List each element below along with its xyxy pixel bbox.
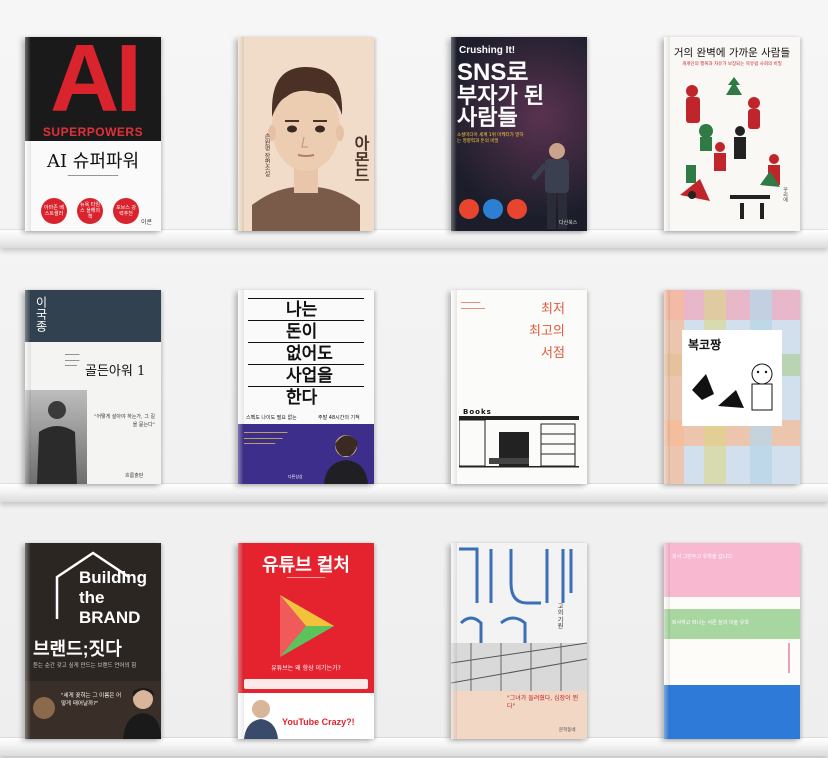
book-quote: "그녀가 들려줬다, 심장이 뛴다" [507, 695, 579, 711]
title-line-5: 한다 [286, 388, 318, 407]
publisher: 다른상상 [288, 474, 303, 479]
title-line-3: 없어도 [286, 344, 333, 363]
shelf-3 [0, 738, 828, 756]
title-en-2: the [79, 588, 105, 607]
book-title: 아몬드 [351, 135, 370, 183]
youtube-crazy-text: YouTube Crazy?! [282, 717, 355, 727]
characters-illustration [692, 363, 773, 411]
book-quote: "세게 꽂히는 그 이름은 어떻게 태어날까?" [61, 693, 122, 707]
book-business-without-money[interactable]: 나는 돈이 없어도 사업을 한다 스펙도 나이도 필요 없는 주말 48시간의 … [238, 290, 374, 484]
title-line-2: 최고의 [529, 324, 565, 339]
book-author: 손원평 장편소설 [263, 133, 270, 177]
book-bokkojjang[interactable]: 복코짱 [664, 290, 800, 484]
bookstore-sign: Books [463, 408, 492, 416]
book-subtitle: 소셜미디어 세계 1위 마케터가 말하는 영향력과 돈의 비밀 [457, 133, 524, 145]
book-title: 복코짱 [688, 338, 722, 352]
title-line-3: 서점 [541, 346, 565, 361]
play-triangle-icon [280, 595, 334, 657]
superpowers-word: SUPERPOWERS [42, 125, 144, 139]
publisher: 문학동네 [559, 728, 576, 733]
shelf-2 [0, 484, 828, 502]
boy-face-illustration [252, 67, 360, 231]
nordic-illustration [680, 77, 780, 219]
shelf-1 [0, 230, 828, 248]
book-almost-perfect-people[interactable]: 거의 완벽에 가까운 사람들 개개인의 행복과 자유가 보장되는 북유럽 사회의… [664, 37, 800, 231]
book-top-line: 회사 그만두고 유학을 갑니다. [672, 554, 734, 560]
tag-1: 스펙도 나이도 필요 없는 [246, 415, 297, 421]
title-line-4: 사업을 [286, 366, 333, 385]
book-crushing-it[interactable]: Crushing It! SNS로 부자가 된 사람들 소셜미디어 세계 1위 … [451, 37, 587, 231]
title-line-3: 사람들 [457, 105, 518, 130]
speaker-figure [531, 143, 569, 229]
title-line-2: 돈이 [286, 322, 318, 341]
book-art-study-abroad[interactable]: 회사 그만두고 유학을 갑니다. 퇴사하고 떠나는 서른 살의 미술 유학 [664, 543, 800, 739]
book-title: 골든아워 1 [85, 364, 146, 379]
publisher: 흐름출판 [125, 473, 144, 479]
badge-3: 포브스 강력추천 [113, 198, 139, 224]
badge-2: 뉴욕 타임스 올해의 책 [77, 198, 103, 224]
book-best-worst-bookstore[interactable]: ━━━━━━━━ ━━━━━━━━━━ 최저 최고의 서점 Books [451, 290, 587, 484]
author-photo [324, 435, 368, 484]
book-ai-superpowers[interactable]: AI SUPERPOWERS AI 슈퍼파워 ━━━━━━━━━━━━━━━━━… [25, 37, 161, 231]
book-title: 거의 완벽에 가까운 사람들 [673, 47, 791, 59]
book-title: 유튜브 컬처 [262, 555, 350, 575]
tag-2: 주말 48시간의 기적 [318, 415, 360, 421]
title-en-3: BRAND [79, 608, 141, 627]
book-youtube-culture[interactable]: 유튜브 컬처 ━━━━━━━━━━━━━━━━ 유튜브는 왜 항상 이기는가? … [238, 543, 374, 739]
title-line-1: SNS로 [457, 59, 529, 86]
book-title: 브랜드;짓다 [33, 639, 122, 659]
title-en-1: Building [79, 568, 147, 587]
subtitle-en: Crushing It! [459, 45, 516, 56]
book-title: 고의 기원 [556, 603, 563, 629]
publisher: 다산북스 [559, 220, 578, 226]
title-line-1: 나는 [286, 300, 318, 319]
book-quote: "어떻게 살아야 하는가, 그 길을 묻는다" [94, 414, 155, 428]
book-almond[interactable]: 아몬드 손원평 장편소설 [238, 37, 374, 231]
publisher: 이콘 [141, 219, 153, 226]
title-line-2: 부자가 된 [457, 83, 545, 108]
book-origin-of-go[interactable]: 고의 기원 "그녀가 들려줬다, 심장이 뛴다" 문학동네 [451, 543, 587, 739]
book-author: 이국종 [34, 296, 48, 332]
book-subtitle: 듣는 순간 갖고 싶게 만드는 브랜드 언어의 힘 [33, 663, 137, 669]
book-golden-hour[interactable]: 이국종 ━━━━━━ ━━━━━━ ━━━━━ 골든아워 1 "어떻게 살아야 하는… [25, 290, 161, 484]
publisher: 꾸리에 [782, 187, 788, 202]
badge-1: 아마존 베스트셀러 [41, 198, 67, 224]
book-subtitle: 개개인의 행복과 자유가 보장되는 북유럽 사회의 비밀 [682, 62, 782, 67]
video-progress-bar [244, 679, 368, 689]
book-question: 유튜브는 왜 항상 이기는가? [271, 665, 341, 672]
author-photo [244, 700, 278, 739]
title-line-1: 최저 [541, 302, 565, 317]
author-photo [123, 688, 161, 739]
ai-big-letters: AI [50, 37, 142, 132]
book-title: AI 슈퍼파워 [46, 151, 140, 172]
surgeon-photo [37, 401, 77, 484]
book-building-the-brand[interactable]: Building the BRAND 브랜드;짓다 듣는 순간 갖고 싶게 만드… [25, 543, 161, 739]
book-title: 퇴사하고 떠나는 서른 살의 미술 유학 [672, 620, 749, 626]
